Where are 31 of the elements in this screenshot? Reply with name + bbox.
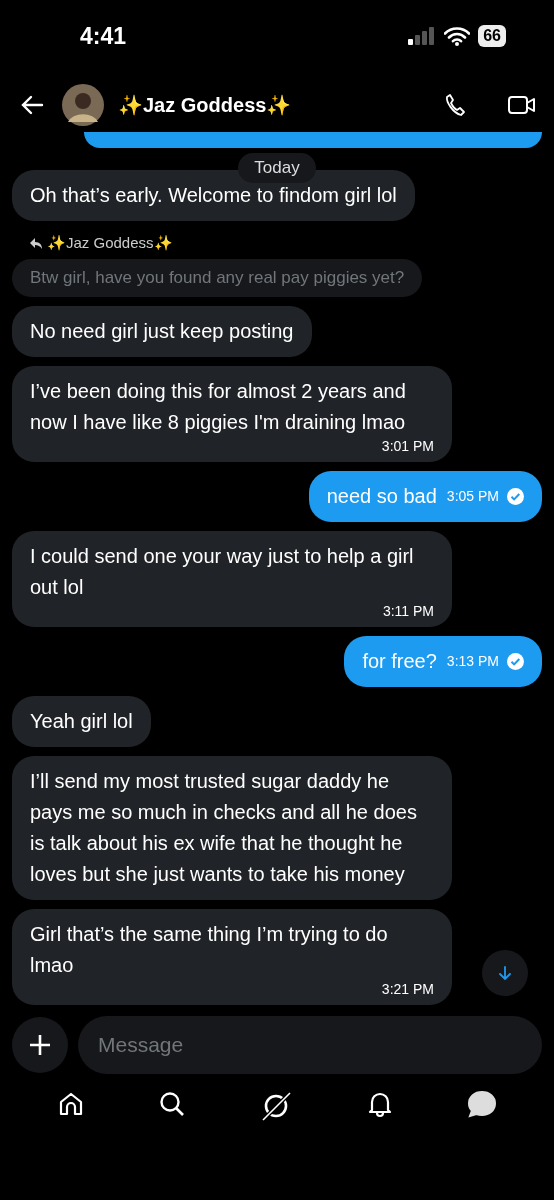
arrow-down-icon: [497, 965, 513, 981]
contact-name[interactable]: ✨Jaz Goddess✨: [118, 93, 292, 117]
messages-icon[interactable]: [467, 1090, 498, 1118]
message-bubble[interactable]: I’ll send my most trusted sugar daddy he pays me so much in checks and all he does is talk about his ex wife that he thought he loves but she just wants to take his money: [12, 756, 452, 900]
avatar[interactable]: [62, 84, 104, 126]
slashed-circle-icon[interactable]: [260, 1090, 292, 1122]
plus-icon: [29, 1034, 51, 1056]
message-time: 3:05 PM: [446, 487, 499, 506]
message-time: 3:01 PM: [380, 438, 434, 454]
message-bubble[interactable]: I’ve been doing this for almost 2 years and now I have like 8 piggies I'm draining lmao 3:01 PM: [12, 366, 452, 462]
scroll-down-button[interactable]: [482, 950, 528, 996]
message-time: 3:21 PM: [380, 981, 434, 997]
signal-icon: [408, 27, 437, 45]
message-bubble[interactable]: I could send one your way just to help a girl out lol 3:11 PM: [12, 531, 452, 627]
message-bubble[interactable]: Yeah girl lol: [12, 696, 151, 747]
message-time: 3:11 PM: [381, 603, 434, 619]
back-icon[interactable]: [20, 95, 44, 115]
reply-sender: ✨Jaz Goddess✨: [47, 234, 173, 252]
status-time: 4:41: [80, 22, 127, 50]
video-call-icon[interactable]: [508, 94, 536, 116]
message-bubble[interactable]: Girl that’s the same thing I’m trying to do lmao 3:21 PM: [12, 909, 452, 1005]
phone-icon[interactable]: [444, 93, 468, 117]
message-bubble[interactable]: No need girl just keep posting: [12, 306, 312, 357]
battery-level: 66: [478, 25, 506, 47]
date-divider: Today: [238, 153, 316, 183]
quoted-message[interactable]: Btw girl, have you found any real pay piggies yet?: [12, 259, 423, 297]
message-time: 3:13 PM: [446, 652, 499, 671]
add-button[interactable]: [12, 1017, 68, 1073]
reply-icon: [30, 237, 42, 249]
message-field[interactable]: Message: [78, 1016, 542, 1074]
wifi-icon: [444, 26, 471, 46]
